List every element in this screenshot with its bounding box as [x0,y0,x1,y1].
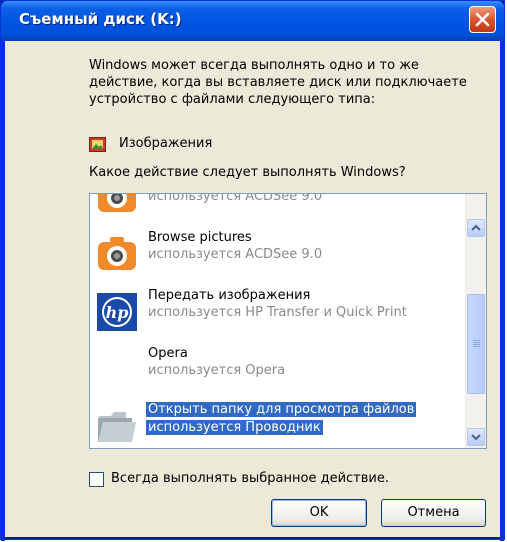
list-item-selected[interactable]: Открыть папку для просмотра файлов испол… [90,396,464,448]
window-frame-right [500,41,504,541]
always-checkbox[interactable] [89,472,104,487]
close-button[interactable] [469,6,496,33]
action-handler: используется HP Transfer и Quick Print [148,305,407,320]
action-list[interactable]: используется ACDSee 9.0 Browse pictures … [89,193,487,449]
action-handler: используется Opera [148,363,286,378]
scroll-up-button[interactable] [467,219,485,237]
chevron-down-icon [471,434,481,441]
list-item[interactable]: Browse pictures используется ACDSee 9.0 [90,224,464,282]
camera-icon [98,237,136,270]
picture-icon [89,137,106,152]
list-scrollbar[interactable] [465,194,486,448]
action-handler: используется ACDSee 9.0 [148,247,323,262]
action-question: Какое действие следует выполнять Windows… [89,165,406,180]
scroll-down-button[interactable] [467,428,485,446]
action-handler: используется Проводник [146,420,323,435]
description-text: Windows может всегда выполнять одно и то… [89,58,467,107]
action-name: Открыть папку для просмотра файлов [146,402,417,417]
list-item[interactable]: hp Передать изображения используется HP … [90,282,464,340]
content-type-label: Изображения [119,136,213,151]
autoplay-dialog: Съемный диск (K:) Windows может всегда в… [0,0,505,541]
scroll-grip [473,340,480,341]
action-name: Opera [148,346,188,361]
camera-icon [98,194,136,212]
folder-icon [98,412,136,442]
action-handler: используется ACDSee 9.0 [148,193,323,204]
chevron-up-icon [471,224,481,231]
ok-button[interactable]: OK [271,499,367,527]
list-item[interactable]: Opera используется Opera [90,340,464,398]
action-name: Передать изображения [148,288,311,303]
list-item[interactable]: используется ACDSee 9.0 [90,193,464,224]
scroll-thumb[interactable] [467,294,485,394]
hp-logo-icon: hp [97,293,137,331]
always-checkbox-label[interactable]: Всегда выполнять выбранное действие. [111,471,389,486]
close-icon [475,12,490,27]
action-name: Browse pictures [148,230,252,245]
cancel-button[interactable]: Отмена [381,499,486,527]
svg-text:hp: hp [106,303,129,322]
dialog-body: Windows может всегда выполнять одно и то… [5,41,500,537]
title-bar[interactable]: Съемный диск (K:) [1,1,504,41]
window-title: Съемный диск (K:) [19,10,182,28]
